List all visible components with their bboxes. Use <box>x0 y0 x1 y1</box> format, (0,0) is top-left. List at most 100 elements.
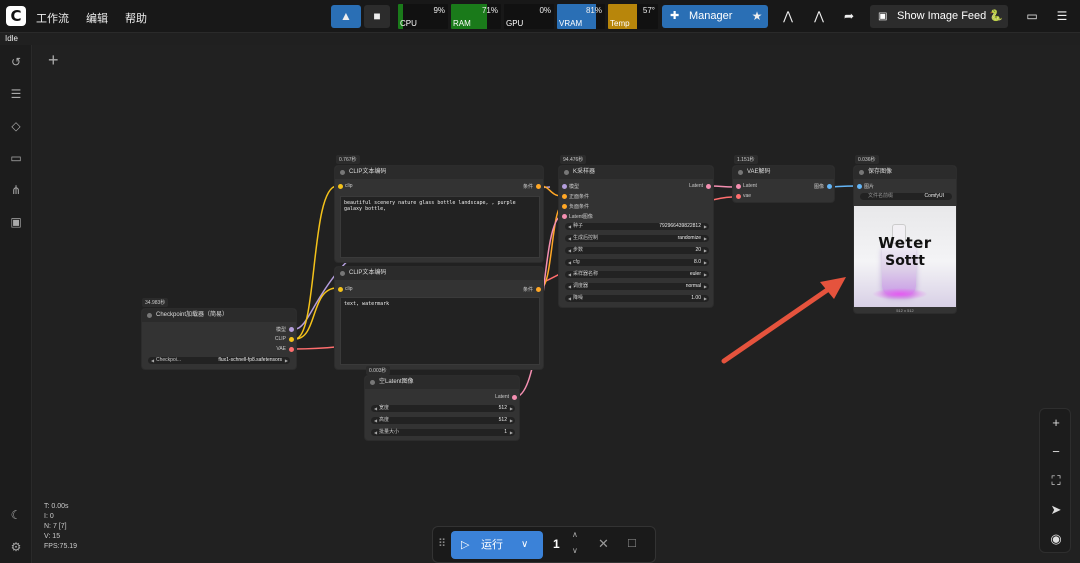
cancel-x-icon[interactable]: ✕ <box>598 536 609 552</box>
latent-height-widget[interactable]: ◀ 高度 512 ▶ <box>371 417 515 424</box>
empty-latent-image-node[interactable]: 空Latent图像 Latent ◀ 宽度 512 ▶ ◀ 高度 512 ▶ ◀… <box>364 375 520 441</box>
widget-right-arrow-icon[interactable]: ▶ <box>510 429 513 436</box>
ksampler-latent-socket[interactable] <box>562 214 567 219</box>
ksampler-in-positive: 正面条件 <box>569 194 590 200</box>
run-label: 运行 <box>481 539 503 551</box>
clip2-cond-socket[interactable] <box>536 287 541 292</box>
chevron-down-icon[interactable]: ∨ <box>521 531 528 559</box>
fit-view-icon[interactable]: ⛶ <box>1048 473 1064 489</box>
ksampler-seed-widget[interactable]: ◀ 种子 792966439822812 ▶ <box>565 223 709 230</box>
run-button[interactable]: ▷ 运行 ∨ <box>451 531 543 559</box>
zoom-in-icon[interactable]: + <box>1048 415 1064 431</box>
ksampler-neg-socket[interactable] <box>562 204 567 209</box>
sampler-value: euler <box>689 271 701 277</box>
widget-right-arrow-icon[interactable]: ▶ <box>704 235 707 242</box>
widget-right-arrow-icon[interactable]: ▶ <box>704 271 707 278</box>
widget-right-arrow-icon[interactable]: ▶ <box>704 223 707 230</box>
ksampler-in-model: 模型 <box>569 184 580 190</box>
stat-fps: FPS:75.19 <box>44 543 78 550</box>
checkpoint-loader-node[interactable]: Checkpoint加载器（简易） 模型 CLIP VAE ◀ Checkpoi… <box>141 308 297 370</box>
stepper-down-icon[interactable]: ∨ <box>572 546 578 555</box>
latent-height-value: 512 <box>498 417 507 423</box>
denoise-label: 降噪 <box>573 295 584 301</box>
widget-left-arrow-icon[interactable]: ◀ <box>568 295 571 302</box>
clip-text-encode-negative-node[interactable]: CLIP文本编码 clip 条件 text, watermark <box>334 266 544 370</box>
widget-left-arrow-icon[interactable]: ◀ <box>568 235 571 242</box>
widget-right-arrow-icon[interactable]: ▶ <box>510 417 513 424</box>
widget-right-arrow-icon[interactable]: ▶ <box>285 357 288 364</box>
vae-socket[interactable] <box>289 347 294 352</box>
negative-prompt-textarea[interactable]: text, watermark <box>340 297 540 365</box>
clip1-clip-socket[interactable] <box>338 184 343 189</box>
widget-right-arrow-icon[interactable]: ▶ <box>510 405 513 412</box>
widget-left-arrow-icon[interactable]: ◀ <box>568 247 571 254</box>
ksampler-sampler-widget[interactable]: ◀ 采样器名称 euler ▶ <box>565 271 709 278</box>
vae-out-socket[interactable] <box>827 184 832 189</box>
widget-right-arrow-icon[interactable]: ▶ <box>704 259 707 266</box>
filename-prefix-widget[interactable]: 文件名前缀 ComfyUI <box>860 193 952 200</box>
vae-vae-socket[interactable] <box>736 194 741 199</box>
ksampler-control-widget[interactable]: ◀ 生成后控制 randomize ▶ <box>565 235 709 242</box>
vae-out-image: 图像 <box>813 184 824 190</box>
vae-decode-node[interactable]: VAE解码 Latent vae 图像 <box>732 165 835 203</box>
widget-left-arrow-icon[interactable]: ◀ <box>568 271 571 278</box>
filename-prefix-label: 文件名前缀 <box>868 193 894 199</box>
scheduler-value: normal <box>685 283 701 289</box>
widget-left-arrow-icon[interactable]: ◀ <box>151 357 154 364</box>
zoom-out-icon[interactable]: − <box>1048 444 1064 460</box>
purple-glow <box>872 288 928 300</box>
save-image-node[interactable]: 保存图像 图片 文件名前缀 ComfyUI Weter Sottt 512 x … <box>853 165 957 314</box>
ksampler-model-socket[interactable] <box>562 184 567 189</box>
control-value: randomize <box>677 235 701 241</box>
widget-left-arrow-icon[interactable]: ◀ <box>568 223 571 230</box>
latent-width-widget[interactable]: ◀ 宽度 512 ▶ <box>371 405 515 412</box>
batch-count-input[interactable]: 1 <box>553 537 560 551</box>
widget-left-arrow-icon[interactable]: ◀ <box>374 405 377 412</box>
widget-left-arrow-icon[interactable]: ◀ <box>374 417 377 424</box>
clip1-in-clip: clip <box>345 183 353 189</box>
canvas-zoom-controls: + − ⛶ ➤ ◉ <box>1039 408 1071 553</box>
widget-right-arrow-icon[interactable]: ▶ <box>704 295 707 302</box>
save-image-socket[interactable] <box>857 184 862 189</box>
filename-prefix-value: ComfyUI <box>924 193 944 199</box>
ksampler-pos-socket[interactable] <box>562 194 567 199</box>
latent-out-socket[interactable] <box>512 395 517 400</box>
widget-left-arrow-icon[interactable]: ◀ <box>568 259 571 266</box>
stepper-up-icon[interactable]: ∧ <box>572 530 578 539</box>
widget-right-arrow-icon[interactable]: ▶ <box>704 247 707 254</box>
save-title: 保存图像 <box>854 166 956 179</box>
scheduler-label: 调度器 <box>573 283 589 289</box>
stat-i: I: 0 <box>44 513 54 520</box>
ksampler-scheduler-widget[interactable]: ◀ 调度器 normal ▶ <box>565 283 709 290</box>
vae-latent-socket[interactable] <box>736 184 741 189</box>
ksampler-cfg-widget[interactable]: ◀ cfg 8.0 ▶ <box>565 259 709 266</box>
clip1-cond-socket[interactable] <box>536 184 541 189</box>
clip-socket[interactable] <box>289 337 294 342</box>
positive-prompt-textarea[interactable]: beautiful scenery nature glass bottle la… <box>340 196 540 258</box>
ckpt-name-widget[interactable]: ◀ Checkpoi... flux1-schnell-fp8.safetens… <box>148 357 290 364</box>
widget-left-arrow-icon[interactable]: ◀ <box>568 283 571 290</box>
latent-batch-widget[interactable]: ◀ 批量大小 1 ▶ <box>371 429 515 436</box>
widget-left-arrow-icon[interactable]: ◀ <box>374 429 377 436</box>
drag-handle-icon[interactable]: ⠿ <box>438 537 446 550</box>
checkpoint-timing: 34.983秒 <box>142 298 169 307</box>
sampler-label: 采样器名称 <box>573 271 599 277</box>
stop-square-icon[interactable]: □ <box>628 535 636 550</box>
model-socket[interactable] <box>289 327 294 332</box>
ksampler-out-socket[interactable] <box>706 184 711 189</box>
save-in-image: 图片 <box>864 184 875 190</box>
ksampler-denoise-widget[interactable]: ◀ 降噪 1.00 ▶ <box>565 295 709 302</box>
ksampler-timing: 94.476秒 <box>560 155 587 164</box>
clip-text-encode-positive-node[interactable]: CLIP文本编码 clip 条件 beautiful scenery natur… <box>334 165 544 263</box>
latent-title: 空Latent图像 <box>365 376 519 389</box>
generated-image-preview[interactable]: Weter Sottt <box>854 206 956 307</box>
ksampler-steps-widget[interactable]: ◀ 步数 20 ▶ <box>565 247 709 254</box>
ksampler-node[interactable]: K采样器 模型 正面条件 负面条件 Latent图像 Latent ◀ 种子 7… <box>558 165 714 308</box>
checkpoint-out-vae: VAE <box>276 346 286 352</box>
image-size-label: 512 x 512 <box>896 308 914 313</box>
navigate-arrow-icon[interactable]: ➤ <box>1048 502 1064 518</box>
eye-icon[interactable]: ◉ <box>1048 531 1064 547</box>
widget-right-arrow-icon[interactable]: ▶ <box>704 283 707 290</box>
control-label: 生成后控制 <box>573 235 599 241</box>
clip2-clip-socket[interactable] <box>338 287 343 292</box>
